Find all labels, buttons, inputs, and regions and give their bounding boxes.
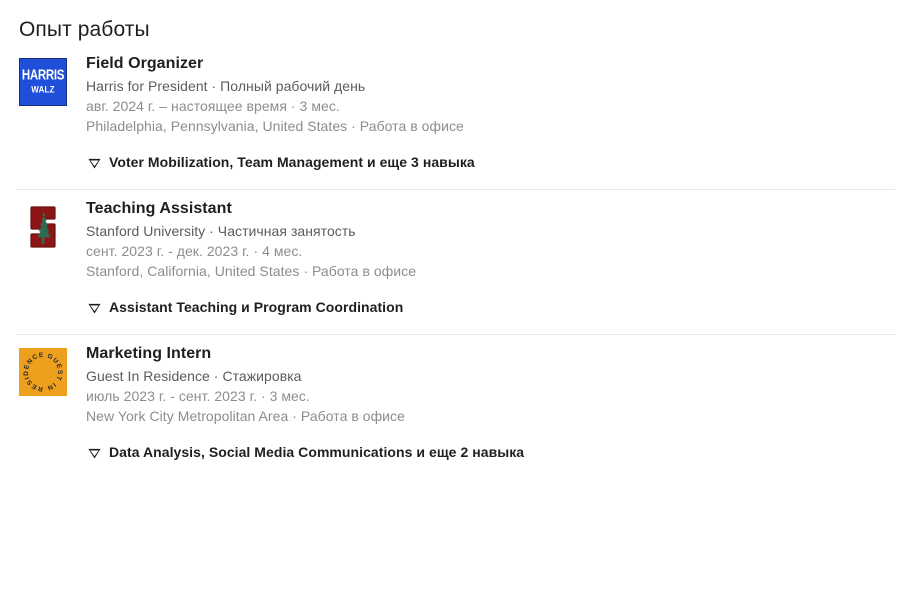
svg-text:GUEST IN RESIDENCE: GUEST IN RESIDENCE — [23, 352, 63, 392]
skill-badge-icon — [86, 154, 102, 170]
skills-text: Assistant Teaching и Program Coordinatio… — [109, 299, 404, 315]
job-location: Stanford, California, United States · Ра… — [86, 263, 417, 279]
harris-walz-logo-line1: HARRIS — [21, 67, 65, 83]
skill-badge-icon — [86, 299, 102, 315]
experience-entry-body: Field Organizer Harris for President · П… — [86, 54, 888, 171]
harris-walz-logo-line2: WALZ — [31, 83, 55, 95]
experience-entry[interactable]: Teaching Assistant Stanford University ·… — [0, 189, 907, 334]
skills-row[interactable]: Voter Mobilization, Team Management и ещ… — [86, 153, 888, 171]
job-title[interactable]: Field Organizer — [86, 54, 888, 74]
experience-entry[interactable]: GUEST IN RESIDENCE Marketing Intern Gues… — [0, 334, 907, 479]
harris-walz-logo: HARRIS WALZ — [19, 58, 67, 106]
job-title[interactable]: Teaching Assistant — [86, 199, 888, 219]
experience-entry-body: Marketing Intern Guest In Residence · Ст… — [86, 344, 888, 461]
employment-dates: сент. 2023 г. - дек. 2023 г. · 4 мес. — [86, 243, 303, 259]
company-logo[interactable] — [19, 203, 67, 251]
job-location: Philadelphia, Pennsylvania, United State… — [86, 118, 464, 134]
company-logo[interactable]: GUEST IN RESIDENCE — [19, 348, 67, 396]
company-and-employment-type: Stanford University · Частичная занятост… — [86, 223, 356, 239]
stanford-university-logo — [19, 203, 67, 251]
skill-badge-icon — [86, 444, 102, 460]
company-logo[interactable]: HARRIS WALZ — [19, 58, 67, 106]
page-title: Опыт работы — [19, 18, 150, 41]
employment-dates: авг. 2024 г. – настоящее время · 3 мес. — [86, 98, 340, 114]
experience-section: Опыт работы HARRIS WALZ Field Organizer … — [0, 0, 907, 479]
job-location: New York City Metropolitan Area · Работа… — [86, 408, 405, 424]
company-and-employment-type: Guest In Residence · Стажировка — [86, 368, 302, 384]
experience-entry[interactable]: HARRIS WALZ Field Organizer Harris for P… — [0, 44, 907, 189]
job-title[interactable]: Marketing Intern — [86, 344, 888, 364]
experience-entry-list: HARRIS WALZ Field Organizer Harris for P… — [0, 44, 907, 479]
skills-text: Voter Mobilization, Team Management и ещ… — [109, 154, 475, 170]
employment-dates: июль 2023 г. - сент. 2023 г. · 3 мес. — [86, 388, 310, 404]
skills-text: Data Analysis, Social Media Communicatio… — [109, 444, 525, 460]
guest-in-residence-logo: GUEST IN RESIDENCE — [19, 348, 67, 396]
skills-row[interactable]: Assistant Teaching и Program Coordinatio… — [86, 298, 888, 316]
company-and-employment-type: Harris for President · Полный рабочий де… — [86, 78, 366, 94]
experience-entry-body: Teaching Assistant Stanford University ·… — [86, 199, 888, 316]
skills-row[interactable]: Data Analysis, Social Media Communicatio… — [86, 443, 888, 461]
